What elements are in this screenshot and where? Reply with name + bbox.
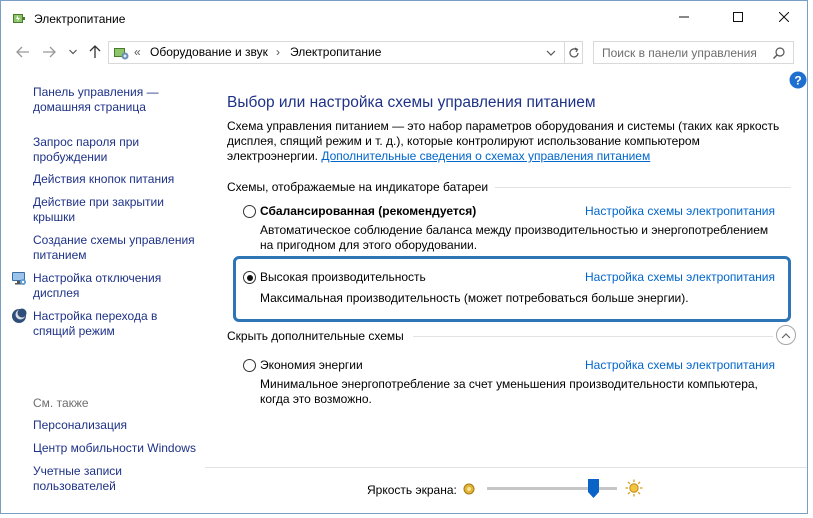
breadcrumb-power-options[interactable]: Электропитание — [290, 45, 381, 59]
maximize-icon — [733, 12, 743, 22]
breadcrumb-separator[interactable]: › — [276, 45, 280, 59]
close-button[interactable] — [761, 1, 807, 33]
plan-name-power-saver[interactable]: Экономия энергии — [260, 358, 363, 372]
sidebar-link-display-off[interactable]: Настройка отключения дисплея — [33, 271, 161, 301]
selected-plan-highlight — [233, 256, 791, 322]
sidebar-link-power-button-actions[interactable]: Действия кнопок питания — [33, 172, 174, 187]
plan-desc-balanced: Автоматическое соблюдение баланса между … — [260, 223, 769, 252]
sidebar-link-lid-close-action[interactable]: Действие при закрытии крышки — [33, 195, 164, 225]
sidebar-link-personalization[interactable]: Персонализация — [33, 418, 127, 433]
more-info-link[interactable]: Дополнительные сведения о схемах управле… — [321, 149, 650, 163]
back-arrow-icon — [16, 46, 29, 58]
battery-plans-header: Схемы, отображаемые на индикаторе батаре… — [227, 180, 489, 194]
refresh-icon — [569, 46, 579, 57]
refresh-button[interactable] — [564, 42, 583, 63]
close-icon — [779, 12, 789, 22]
title-bar: Электропитание — [1, 1, 807, 35]
bottom-divider — [205, 467, 807, 468]
radio-power-saver[interactable] — [243, 359, 256, 372]
see-also-heading: См. также — [33, 396, 89, 410]
address-dropdown-icon[interactable] — [544, 47, 558, 59]
maximize-button[interactable] — [715, 1, 761, 33]
main-content: Выбор или настройка схемы управления пит… — [205, 69, 807, 469]
back-button[interactable] — [15, 44, 31, 60]
sidebar: Панель управления — домашняя страница За… — [1, 69, 205, 513]
brightness-high-icon — [625, 479, 643, 497]
search-box[interactable]: Поиск в панели управления — [593, 41, 794, 64]
sidebar-link-wakeup-password[interactable]: Запрос пароля при пробуждении — [33, 135, 139, 165]
radio-high-performance[interactable] — [243, 271, 256, 284]
control-panel-window: Электропитание « Оборудование и звук › Э… — [0, 0, 808, 514]
plan-name-balanced[interactable]: Сбалансированная (рекомендуется) — [260, 204, 476, 218]
brightness-label: Яркость экрана: — [367, 483, 457, 497]
plan-settings-link-balanced[interactable]: Настройка схемы электропитания — [585, 204, 775, 218]
chevron-down-icon — [69, 49, 77, 55]
recent-locations-button[interactable] — [65, 44, 81, 60]
sidebar-link-create-power-plan[interactable]: Создание схемы управления питанием — [33, 233, 195, 263]
sidebar-link-user-accounts[interactable]: Учетные записи пользователей — [33, 464, 122, 494]
monitor-icon — [12, 272, 26, 285]
control-panel-icon — [114, 48, 129, 60]
plan-desc-high-performance: Максимальная производительность (может п… — [260, 291, 689, 305]
up-arrow-icon — [89, 45, 101, 58]
radio-balanced[interactable] — [243, 205, 256, 218]
forward-arrow-icon — [43, 46, 56, 58]
minimize-button[interactable] — [661, 1, 707, 33]
moon-icon — [12, 308, 27, 323]
breadcrumb-hardware-and-sound[interactable]: Оборудование и звук — [150, 45, 268, 59]
address-bar[interactable]: « Оборудование и звук › Электропитание — [108, 41, 583, 64]
sidebar-link-sleep-settings[interactable]: Настройка перехода в спящий режим — [33, 309, 157, 339]
plan-name-high-performance[interactable]: Высокая производительность — [260, 270, 426, 284]
search-placeholder: Поиск в панели управления — [602, 46, 757, 60]
window-title: Электропитание — [34, 12, 126, 26]
sidebar-link-mobility-center[interactable]: Центр мобильности Windows — [33, 441, 196, 456]
sidebar-link-control-panel-home[interactable]: Панель управления — домашняя страница — [33, 85, 159, 115]
minimize-icon — [679, 16, 689, 18]
page-description: Схема управления питанием — это набор па… — [227, 119, 787, 164]
hide-plans-header[interactable]: Скрыть дополнительные схемы — [227, 329, 404, 343]
brightness-low-icon — [463, 483, 475, 495]
hidden-group-divider — [413, 336, 773, 337]
up-button[interactable] — [87, 44, 103, 60]
chevron-up-icon — [781, 332, 791, 338]
brightness-slider-thumb[interactable] — [588, 479, 600, 498]
page-title: Выбор или настройка схемы управления пит… — [227, 94, 596, 111]
address-overflow-chevron[interactable]: « — [134, 45, 141, 59]
power-options-icon — [13, 14, 25, 23]
plan-desc-power-saver: Минимальное энергопотребление за счет ум… — [260, 377, 758, 406]
search-icon[interactable] — [772, 46, 786, 60]
forward-button[interactable] — [41, 44, 57, 60]
collapse-plans-button[interactable] — [776, 325, 796, 345]
brightness-slider-fill — [487, 487, 594, 490]
plan-settings-link-high-performance[interactable]: Настройка схемы электропитания — [585, 270, 775, 284]
navigation-bar: « Оборудование и звук › Электропитание П… — [1, 35, 807, 69]
group-divider — [495, 187, 791, 188]
plan-settings-link-power-saver[interactable]: Настройка схемы электропитания — [585, 358, 775, 372]
